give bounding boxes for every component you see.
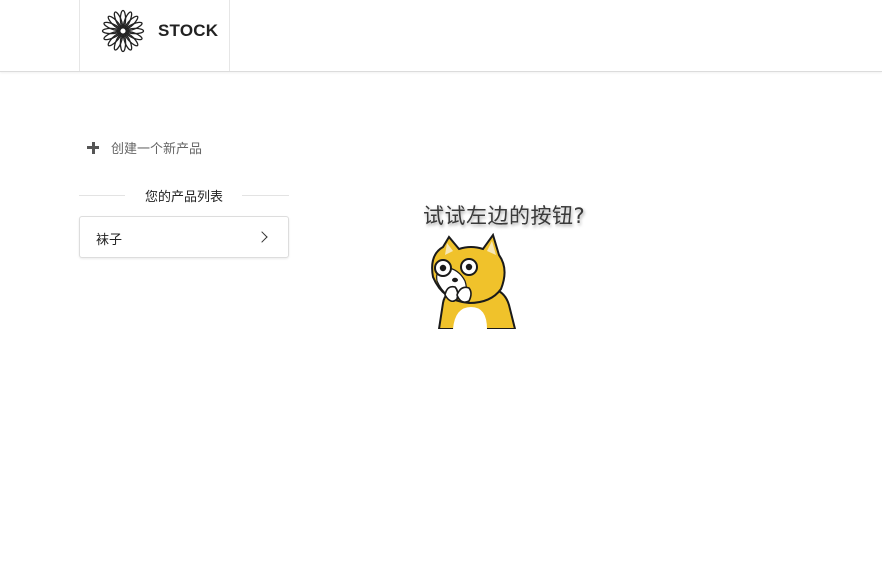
plus-icon [87, 141, 99, 154]
brand[interactable]: STOCK [79, 0, 230, 71]
create-product-label: 创建一个新产品 [111, 142, 203, 157]
top-navbar: STOCK [0, 0, 882, 72]
doge-illustration [431, 233, 517, 329]
product-item-label: 袜子 [96, 233, 123, 248]
brand-name: STOCK [158, 21, 219, 40]
flower-icon [101, 9, 145, 53]
create-product-button[interactable]: 创建一个新产品 [87, 138, 202, 157]
hint-text: 试试左边的按钮? [423, 204, 586, 228]
divider-line-right [242, 195, 289, 196]
product-list-item[interactable]: 袜子 [79, 216, 289, 258]
chevron-right-icon [256, 231, 268, 243]
product-list-header: 您的产品列表 [79, 185, 289, 205]
